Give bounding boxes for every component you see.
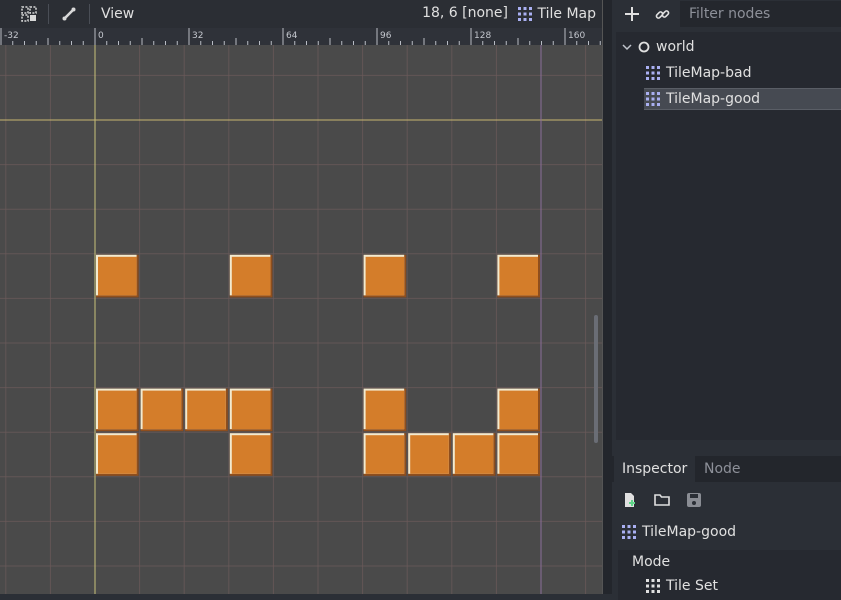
save-icon[interactable] (686, 492, 704, 510)
inspected-object-label: TileMap-good (642, 524, 737, 540)
scene-dock: Filter nodes world TileMap-bad TileMap-g… (612, 0, 841, 450)
node-circle-icon (638, 41, 650, 53)
snap-grid-icon[interactable] (18, 3, 40, 25)
open-folder-icon[interactable] (654, 492, 672, 510)
bone-icon[interactable] (58, 3, 80, 25)
tile[interactable] (229, 254, 273, 298)
scene-tree[interactable]: world TileMap-bad TileMap-good (616, 32, 841, 440)
ruler-label: 128 (474, 31, 491, 41)
tab-node[interactable]: Node (696, 456, 749, 482)
link-icon[interactable] (652, 3, 672, 25)
tile[interactable] (140, 388, 184, 432)
tile[interactable] (96, 254, 139, 298)
chevron-down-icon[interactable] (622, 42, 632, 52)
dock-splitter[interactable] (602, 0, 612, 594)
property-tile-set[interactable]: Tile Set (646, 574, 718, 598)
tilemap-icon (646, 66, 660, 80)
cursor-position-readout: 18, 6 [none] (422, 5, 508, 21)
tree-item-label: TileMap-bad (666, 65, 752, 81)
inspector-dock: Inspector Node TileMap-good Mode Tile Se… (612, 456, 841, 600)
inspector-tabs: Inspector Node (612, 456, 841, 482)
tile[interactable] (229, 388, 273, 432)
canvas-editor-viewport[interactable]: View 18, 6 [none] Tile Map -32 0 32 64 96 128… (0, 0, 602, 594)
tile[interactable] (497, 254, 540, 298)
tile[interactable] (363, 433, 407, 476)
inspected-object[interactable]: TileMap-good (622, 522, 736, 542)
tile[interactable] (452, 433, 496, 476)
tilemap-canvas[interactable] (0, 45, 602, 594)
scene-toolbar: Filter nodes (612, 0, 841, 28)
ruler-label: -32 (4, 31, 19, 41)
tree-item-world[interactable]: world (622, 36, 695, 58)
tile[interactable] (408, 433, 451, 476)
tree-item-tilemap-good[interactable]: TileMap-good (644, 88, 841, 110)
toolbar-divider (89, 4, 90, 24)
tile[interactable] (229, 433, 273, 476)
ruler-label: 64 (286, 31, 298, 41)
tool-partial-icon[interactable] (0, 3, 8, 25)
tile[interactable] (497, 433, 540, 476)
toolbar-divider (48, 4, 49, 24)
ruler-label: 96 (380, 31, 392, 41)
tab-inspector[interactable]: Inspector (614, 456, 696, 482)
tilemap-icon (622, 525, 636, 539)
vertical-scrollbar[interactable] (594, 315, 598, 443)
property-list: Mode Tile Set (618, 550, 841, 600)
ruler-label: 32 (192, 31, 203, 41)
tree-item-label: TileMap-good (666, 91, 761, 107)
tilemap-menu-label: Tile Map (537, 6, 596, 22)
tree-item-label: world (656, 39, 695, 55)
new-resource-icon[interactable] (622, 492, 640, 510)
add-node-icon[interactable] (622, 3, 642, 25)
property-section-mode[interactable]: Mode (632, 550, 670, 574)
filter-nodes-input[interactable]: Filter nodes (680, 1, 841, 27)
tile[interactable] (185, 388, 228, 432)
property-tile-set-label: Tile Set (666, 578, 718, 594)
tree-item-tilemap-bad[interactable]: TileMap-bad (646, 62, 751, 84)
tileset-icon (646, 579, 660, 593)
tile[interactable] (363, 254, 407, 298)
horizontal-ruler: -32 0 32 64 96 128 160 (0, 28, 602, 45)
tile[interactable] (96, 433, 139, 476)
tilemap-menu[interactable]: Tile Map (518, 3, 596, 25)
tile[interactable] (96, 388, 139, 432)
tile[interactable] (363, 388, 407, 432)
ruler-label: 0 (98, 31, 104, 41)
ruler-label: 160 (568, 31, 585, 41)
tilemap-icon (646, 92, 660, 106)
dock-divider (602, 0, 603, 594)
view-menu[interactable]: View (101, 3, 134, 25)
tile-grid[interactable] (0, 45, 602, 594)
canvas-toolbar: View 18, 6 [none] Tile Map (0, 0, 602, 28)
ruler-ticks: -32 0 32 64 96 128 160 (0, 28, 601, 45)
tile[interactable] (497, 388, 540, 432)
tilemap-icon (518, 7, 533, 21)
